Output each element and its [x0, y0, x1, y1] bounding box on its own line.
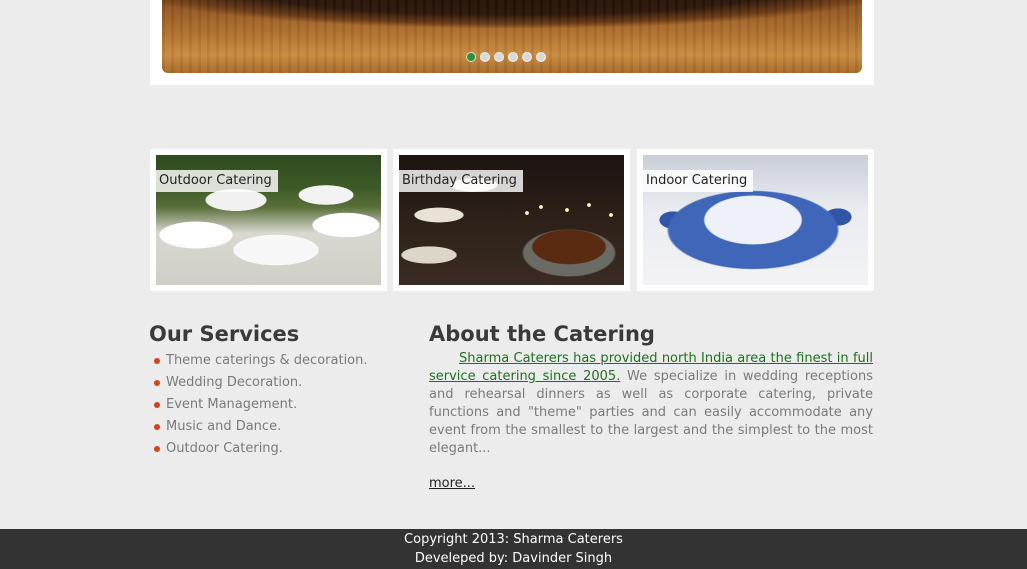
bullet-icon — [154, 402, 160, 408]
list-item: Wedding Decoration. — [149, 372, 409, 394]
slider-dot-4[interactable] — [508, 52, 518, 62]
list-item: Event Management. — [149, 394, 409, 416]
services-section: Our Services Theme caterings & decoratio… — [149, 322, 409, 460]
services-list: Theme caterings & decoration. Wedding De… — [149, 350, 409, 460]
bullet-icon — [154, 380, 160, 386]
bullet-icon — [154, 358, 160, 364]
slider-dot-5[interactable] — [522, 52, 532, 62]
footer: Copyright 2013: Sharma Caterers Develepe… — [0, 529, 1027, 569]
about-section: About the Catering Sharma Caterers has p… — [429, 322, 873, 491]
list-item: Music and Dance. — [149, 416, 409, 438]
slider-dot-6[interactable] — [536, 52, 546, 62]
services-title: Our Services — [149, 322, 300, 346]
footer-copyright: Copyright 2013: Sharma Caterers — [404, 532, 623, 547]
list-item: Theme caterings & decoration. — [149, 350, 409, 372]
card-indoor-catering[interactable]: Indoor Catering — [637, 149, 874, 291]
card-label: Indoor Catering — [643, 170, 754, 192]
outdoor-catering-photo[interactable]: Outdoor Catering — [156, 155, 381, 285]
card-label: Outdoor Catering — [156, 170, 278, 192]
slider-image — [162, 0, 862, 73]
list-item: Outdoor Catering. — [149, 438, 409, 460]
slider-dot-2[interactable] — [480, 52, 490, 62]
card-label: Birthday Catering — [399, 170, 523, 192]
bullet-icon — [154, 424, 160, 430]
slider-pagination — [466, 52, 546, 62]
bullet-icon — [154, 446, 160, 452]
slider-dot-1[interactable] — [466, 52, 476, 62]
about-paragraph: Sharma Caterers has provided north India… — [429, 350, 873, 458]
indoor-table-setting-photo[interactable]: Indoor Catering — [643, 155, 868, 285]
card-outdoor-catering[interactable]: Outdoor Catering — [150, 149, 387, 291]
image-slider — [150, 0, 874, 85]
footer-developer: Develeped by: Davinder Singh — [414, 551, 613, 566]
birthday-cake-photo[interactable]: Birthday Catering — [399, 155, 624, 285]
card-birthday-catering[interactable]: Birthday Catering — [393, 149, 630, 291]
about-title: About the Catering — [429, 322, 655, 346]
slider-dot-3[interactable] — [494, 52, 504, 62]
more-link[interactable]: more... — [429, 476, 475, 491]
